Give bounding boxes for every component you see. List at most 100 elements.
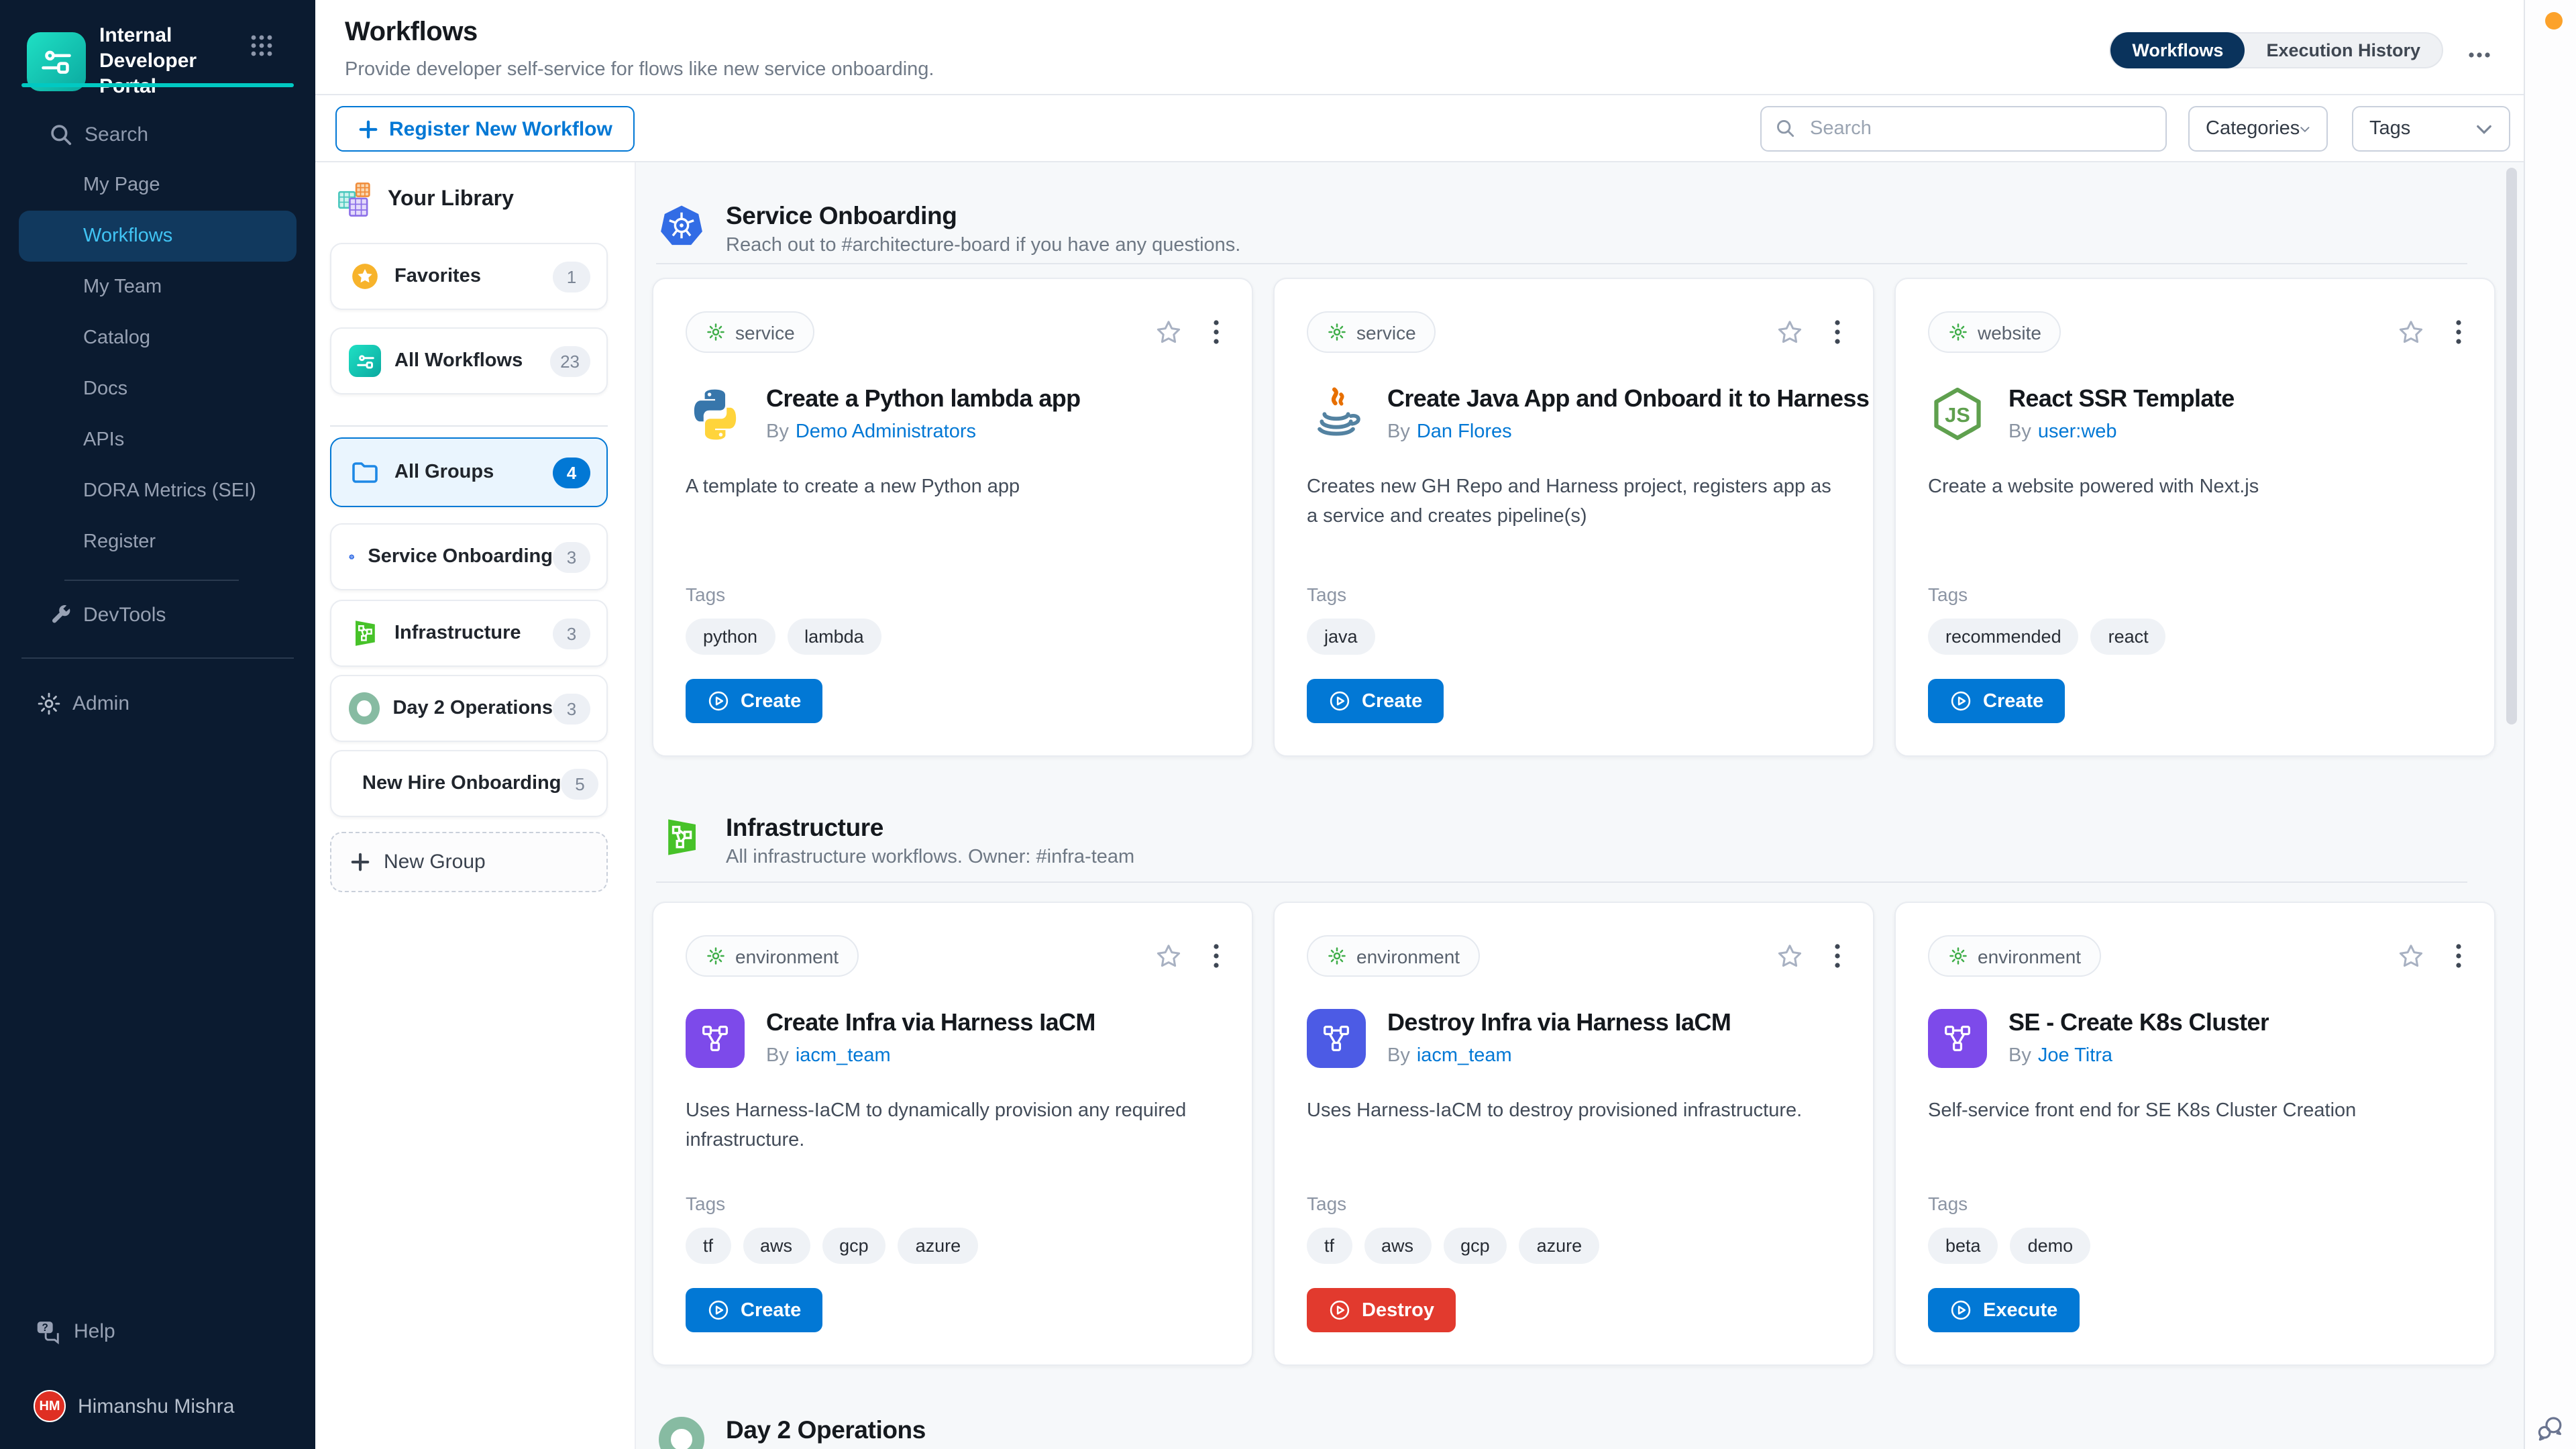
library-item-all-groups[interactable]: All Groups 4 (330, 437, 608, 507)
create-button[interactable]: Create (1307, 679, 1444, 723)
favorite-star-icon[interactable] (1154, 317, 1183, 347)
app-logo-block[interactable]: Internal Developer Portal (27, 24, 250, 100)
header-more-menu-icon[interactable] (2467, 42, 2491, 66)
sidebar-item-apis[interactable]: APIs (0, 415, 315, 466)
register-new-workflow-button[interactable]: Register New Workflow (335, 106, 635, 152)
execute-button[interactable]: Execute (1928, 1288, 2079, 1332)
library-cubes-icon (335, 180, 376, 220)
support-chat-icon[interactable] (2534, 1413, 2567, 1449)
page-title: Workflows (345, 17, 478, 48)
tag-pill: recommended (1928, 619, 2079, 655)
tags-dropdown[interactable]: Tags (2352, 106, 2510, 152)
library-item-infrastructure[interactable]: Infrastructure 3 (330, 600, 608, 667)
search-icon (1775, 118, 1796, 140)
card-menu-kebab-icon[interactable] (1213, 319, 1220, 345)
wrench-icon (48, 602, 72, 627)
count-badge: 23 (549, 345, 590, 376)
card-author-link[interactable]: Joe Titra (2038, 1044, 2112, 1066)
library-item-favorites[interactable]: Favorites 1 (330, 243, 608, 310)
card-author-link[interactable]: Dan Flores (1417, 421, 1512, 442)
sidebar-search-label: Search (85, 123, 148, 146)
chevron-down-icon (2300, 123, 2310, 135)
tag-pill: tf (1307, 1228, 1352, 1264)
section-title: Service Onboarding (726, 203, 1240, 229)
favorite-star-icon[interactable] (1775, 941, 1805, 971)
new-group-button[interactable]: New Group (330, 832, 608, 892)
play-circle-icon (707, 690, 730, 712)
library-item-new-hire-onboarding[interactable]: New Hire Onboarding 5 (330, 750, 608, 817)
sidebar-item-workflows[interactable]: Workflows (19, 211, 297, 262)
destroy-button[interactable]: Destroy (1307, 1288, 1456, 1332)
sidebar-devtools-label: DevTools (83, 603, 166, 626)
svg-text:?: ? (42, 1322, 48, 1333)
workflow-search-box (1760, 106, 2167, 152)
card-menu-kebab-icon[interactable] (1834, 943, 1841, 969)
card-author-link[interactable]: user:web (2038, 421, 2117, 442)
library-divider (330, 425, 608, 427)
workflow-card-python-lambda: service Create a Python lambda app ByDem (652, 278, 1253, 757)
create-button[interactable]: Create (686, 1288, 822, 1332)
tab-execution-history[interactable]: Execution History (2245, 32, 2442, 68)
sidebar-search[interactable]: Search (0, 113, 315, 156)
library-item-day2-operations[interactable]: Day 2 Operations 3 (330, 675, 608, 742)
card-menu-kebab-icon[interactable] (2455, 943, 2462, 969)
card-author-link[interactable]: iacm_team (1417, 1044, 1512, 1066)
sidebar-item-admin[interactable]: Admin (0, 679, 315, 727)
categories-dropdown[interactable]: Categories (2188, 106, 2328, 152)
card-grid-service-onboarding: service Create a Python lambda app ByDem (652, 278, 2524, 757)
card-author-link[interactable]: Demo Administrators (796, 421, 976, 442)
python-icon (686, 385, 745, 444)
library-item-all-workflows[interactable]: All Workflows 23 (330, 327, 608, 394)
sidebar-user[interactable]: HM Himanshu Mishra (0, 1385, 315, 1428)
card-menu-kebab-icon[interactable] (2455, 319, 2462, 345)
favorite-star-icon[interactable] (2396, 941, 2426, 971)
sidebar-item-my-page[interactable]: My Page (0, 160, 315, 211)
card-grid-infrastructure: environment Create Inf (652, 902, 2524, 1366)
gear-icon (1948, 322, 1968, 342)
app-window: Internal Developer Portal Search My Page… (0, 0, 2576, 1449)
gear-icon (1327, 322, 1347, 342)
sidebar-divider (21, 657, 294, 659)
workflow-card-react-ssr: website JS React SSR Template (1894, 278, 2496, 757)
sidebar-item-dora-metrics[interactable]: DORA Metrics (SEI) (0, 466, 315, 517)
count-badge: 3 (553, 693, 590, 724)
card-menu-kebab-icon[interactable] (1213, 943, 1220, 969)
card-menu-kebab-icon[interactable] (1834, 319, 1841, 345)
card-description: Uses Harness-IaCM to destroy provisioned… (1307, 1097, 1841, 1127)
gear-icon (1327, 946, 1347, 966)
gear-icon (706, 322, 726, 342)
sidebar-item-help[interactable]: ? Help (0, 1309, 315, 1352)
library-header: Your Library (335, 180, 514, 220)
play-circle-icon (1328, 690, 1351, 712)
card-title: Create Java App and Onboard it to Harnes… (1387, 385, 1869, 413)
notification-dot (2545, 12, 2563, 30)
library-item-service-onboarding[interactable]: Service Onboarding 3 (330, 523, 608, 590)
view-toggle: Workflows Execution History (2109, 32, 2443, 68)
library-title: Your Library (388, 188, 514, 212)
card-author-link[interactable]: iacm_team (796, 1044, 891, 1066)
sidebar-item-docs[interactable]: Docs (0, 364, 315, 415)
search-input[interactable] (1807, 117, 2152, 141)
favorite-star-icon[interactable] (2396, 317, 2426, 347)
vertical-scrollbar[interactable] (2506, 168, 2517, 724)
sidebar-item-devtools[interactable]: DevTools (0, 589, 315, 640)
card-description: Create a website powered with Next.js (1928, 474, 2462, 503)
sidebar-item-register[interactable]: Register (0, 517, 315, 568)
tab-workflows[interactable]: Workflows (2110, 32, 2245, 68)
sidebar-item-catalog[interactable]: Catalog (0, 313, 315, 364)
sidebar-item-my-team[interactable]: My Team (0, 262, 315, 313)
user-avatar[interactable]: HM (34, 1390, 66, 1422)
card-type-badge: website (1928, 311, 2061, 353)
card-type-badge: environment (1928, 935, 2101, 977)
sidebar-divider (64, 580, 239, 581)
sidebar-nav: My Page Workflows My Team Catalog Docs A… (0, 160, 315, 640)
iacm-icon (1307, 1009, 1366, 1068)
create-button[interactable]: Create (686, 679, 822, 723)
favorite-star-icon[interactable] (1775, 317, 1805, 347)
java-icon (1307, 385, 1366, 444)
app-switcher-grid-icon[interactable] (250, 34, 274, 64)
favorite-star-icon[interactable] (1154, 941, 1183, 971)
create-button[interactable]: Create (1928, 679, 2065, 723)
page-subtitle: Provide developer self-service for flows… (345, 59, 934, 80)
count-badge: 1 (553, 261, 590, 292)
